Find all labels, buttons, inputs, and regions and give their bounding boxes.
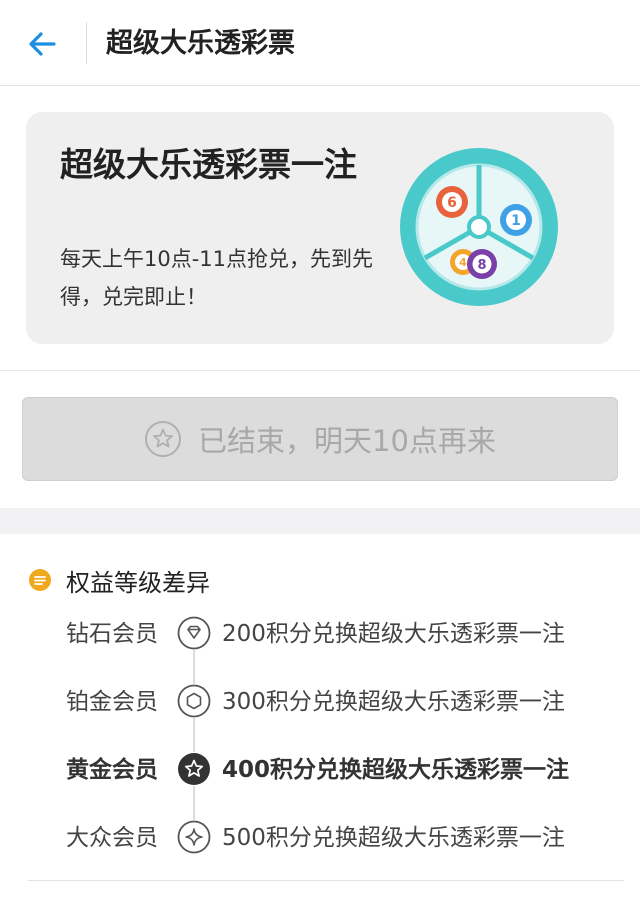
hexagon-icon bbox=[177, 684, 211, 718]
diamond-icon bbox=[177, 616, 211, 650]
exchange-status-label: 已结束，明天10点再来 bbox=[198, 424, 496, 458]
ball-number: 1 bbox=[511, 213, 521, 229]
tier-name: 黄金会员 bbox=[66, 757, 158, 783]
tier-benefit: 500积分兑换超级大乐透彩票一注 bbox=[222, 825, 565, 851]
header-divider bbox=[86, 22, 87, 64]
ball-number: 8 bbox=[477, 258, 486, 273]
tier-benefit: 200积分兑换超级大乐透彩票一注 bbox=[222, 621, 565, 647]
section-spacer bbox=[0, 508, 640, 534]
product-title: 超级大乐透彩票一注 bbox=[60, 145, 357, 184]
tier-name: 铂金会员 bbox=[66, 689, 158, 715]
tier-name: 钻石会员 bbox=[66, 621, 158, 647]
back-arrow-icon bbox=[29, 32, 56, 56]
tier-name: 大众会员 bbox=[66, 825, 158, 851]
page-title: 超级大乐透彩票 bbox=[106, 28, 295, 59]
product-card: 超级大乐透彩票一注 每天上午10点-11点抢兑，先到先得，兑完即止！ 6 1 4… bbox=[26, 112, 614, 344]
divider bbox=[28, 880, 624, 881]
tier-row-diamond: 钻石会员 200积分兑换超级大乐透彩票一注 bbox=[0, 612, 640, 656]
star-icon bbox=[177, 752, 211, 786]
ball-number: 4 bbox=[459, 256, 467, 269]
divider bbox=[0, 370, 640, 371]
section-header: 权益等级差异 bbox=[28, 562, 210, 598]
star-icon bbox=[145, 421, 182, 457]
sparkle-icon bbox=[177, 820, 211, 854]
lottery-ball-icon: 6 1 4 8 bbox=[400, 148, 558, 306]
ball-number: 6 bbox=[447, 195, 457, 211]
tier-row-gold: 黄金会员 400积分兑换超级大乐透彩票一注 bbox=[0, 748, 640, 792]
tier-benefit: 400积分兑换超级大乐透彩票一注 bbox=[222, 757, 570, 783]
app-header: 超级大乐透彩票 bbox=[0, 0, 640, 86]
product-description: 每天上午10点-11点抢兑，先到先得，兑完即止！ bbox=[60, 247, 374, 309]
back-button[interactable] bbox=[22, 24, 62, 64]
timeline-line bbox=[193, 648, 195, 836]
tier-benefit: 300积分兑换超级大乐透彩票一注 bbox=[222, 689, 565, 715]
tier-row-regular: 大众会员 500积分兑换超级大乐透彩票一注 bbox=[0, 816, 640, 860]
tier-row-platinum: 铂金会员 300积分兑换超级大乐透彩票一注 bbox=[0, 680, 640, 724]
chat-bubble-icon bbox=[29, 569, 51, 591]
exchange-button[interactable]: 已结束，明天10点再来 bbox=[22, 397, 618, 481]
section-title: 权益等级差异 bbox=[66, 568, 210, 597]
